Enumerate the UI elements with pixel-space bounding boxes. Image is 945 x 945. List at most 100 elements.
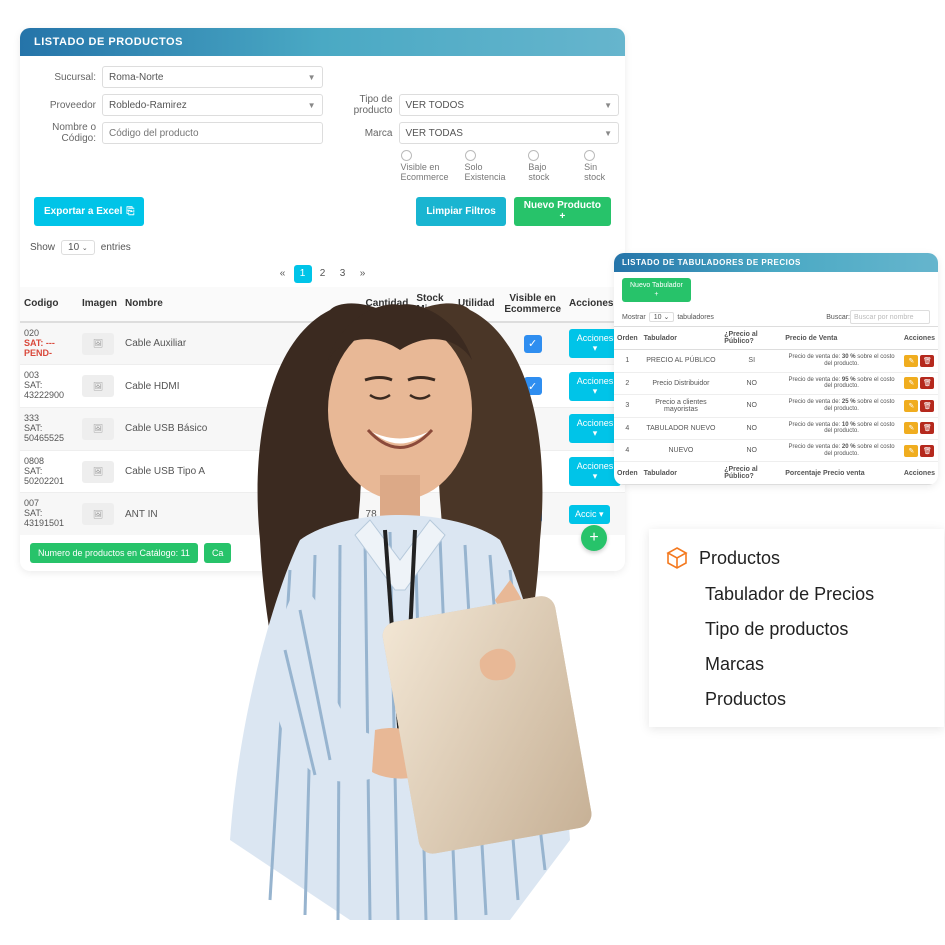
cell-visible[interactable]: ✓ [500, 493, 565, 535]
proveedor-select[interactable]: Robledo-Ramirez [102, 94, 323, 116]
tab-search-input[interactable]: Buscar por nombre [850, 310, 930, 324]
row-actions-button[interactable]: Accic [569, 505, 610, 524]
cell-orden: 4 [614, 417, 641, 439]
table-row: 3 Precio a clientes mayoristas NO Precio… [614, 394, 938, 417]
table-row: 4 TABULADOR NUEVO NO Precio de venta de:… [614, 417, 938, 439]
tipo-select[interactable]: VER TODOS [399, 94, 620, 116]
th-orden[interactable]: Orden [614, 327, 641, 350]
price-tabs-panel: LISTADO DE TABULADORES DE PRECIOS Nuevo … [614, 253, 938, 485]
delete-icon[interactable]: 🗑 [920, 355, 934, 367]
clear-filters-button[interactable]: Limpiar Filtros [416, 197, 505, 226]
th-utilidad[interactable]: Utilidad [452, 287, 500, 322]
codigo-input[interactable] [102, 122, 323, 144]
cell-visible[interactable] [500, 450, 565, 493]
fab-add-button[interactable]: + [581, 525, 607, 551]
cell-publico: SI [721, 350, 782, 372]
page-2[interactable]: 2 [314, 265, 332, 283]
delete-icon[interactable]: 🗑 [920, 422, 934, 434]
menu-item-productos[interactable]: Productos [649, 682, 944, 717]
price-tabs-title: LISTADO DE TABULADORES DE PRECIOS [614, 253, 938, 272]
table-row: 003 SAT: 43222900 🖼 Cable HDMI 166 30%$3… [20, 365, 625, 408]
check-icon: ✓ [524, 335, 542, 353]
cell-acciones: ✎🗑 [901, 350, 938, 372]
cell-publico: NO [721, 417, 782, 439]
edit-icon[interactable]: ✎ [904, 377, 918, 389]
edit-icon[interactable]: ✎ [904, 445, 918, 457]
th-visible[interactable]: Visible en Ecommerce [500, 287, 565, 322]
cell-acciones: ✎🗑 [901, 417, 938, 439]
delete-icon[interactable]: 🗑 [920, 377, 934, 389]
cell-orden: 4 [614, 439, 641, 461]
th-pv[interactable]: Precio de Venta [782, 327, 901, 350]
cell-visible[interactable]: ✓ [500, 322, 565, 365]
page-3[interactable]: 3 [334, 265, 352, 283]
page-prev[interactable]: « [274, 265, 292, 283]
edit-icon[interactable]: ✎ [904, 355, 918, 367]
product-thumb: 🖼 [82, 333, 114, 355]
th-acc[interactable]: Acciones [901, 327, 938, 350]
page-1[interactable]: 1 [294, 265, 312, 283]
entries-count-select[interactable]: 10 ⌄ [61, 240, 95, 255]
button-bar: Exportar a Excel⎘ Limpiar Filtros Nuevo … [20, 187, 625, 236]
tab-entries-select[interactable]: 10 ⌄ [649, 312, 675, 322]
proveedor-label: Proveedor [34, 100, 96, 111]
cell-codigo: 333 SAT: 50465525 [20, 408, 78, 451]
th-publico[interactable]: ¿Precio al Público? [721, 327, 782, 350]
cell-cantidad: 166 [362, 365, 413, 408]
products-menu: Productos Tabulador de Precios Tipo de p… [649, 529, 944, 727]
cell-imagen: 🖼 [78, 450, 121, 493]
cell-codigo: 003 SAT: 43222900 [20, 365, 78, 408]
product-thumb: 🖼 [82, 375, 114, 397]
cell-acciones: ✎🗑 [901, 394, 938, 417]
cell-utilidad: 60% [452, 408, 500, 451]
products-table: Codigo Imagen Nombre Cantidad Stock Min … [20, 287, 625, 535]
table-row: 4 NUEVO NO Precio de venta de: 20 % sobr… [614, 439, 938, 461]
sucursal-select[interactable]: Roma-Norte [102, 66, 323, 88]
cell-nombre: Cable USB Tipo A [121, 450, 362, 493]
delete-icon[interactable]: 🗑 [920, 400, 934, 412]
cell-tabulador: NUEVO [641, 439, 722, 461]
menu-item-tipo[interactable]: Tipo de productos [649, 612, 944, 647]
product-thumb: 🖼 [82, 503, 114, 525]
new-product-button[interactable]: Nuevo Producto+ [514, 197, 611, 226]
edit-icon[interactable]: ✎ [904, 400, 918, 412]
table-row: 020 SAT: ---PEND- 🖼 Cable Auxiliar 145 3… [20, 322, 625, 365]
radio-sin-stock[interactable]: Sin stock [584, 150, 619, 183]
th-cantidad[interactable]: Cantidad [362, 287, 413, 322]
th-codigo[interactable]: Codigo [20, 287, 78, 322]
filter-area: Sucursal: Roma-Norte Proveedor Robledo-R… [20, 56, 625, 187]
cell-visible[interactable]: ✓ [500, 365, 565, 408]
radio-group: Visible en Ecommerce Solo Existencia Baj… [401, 150, 620, 183]
radio-bajo-stock[interactable]: Bajo stock [528, 150, 568, 183]
th-imagen[interactable]: Imagen [78, 287, 121, 322]
menu-head-productos[interactable]: Productos [649, 539, 944, 577]
cell-orden: 1 [614, 350, 641, 372]
edit-icon[interactable]: ✎ [904, 422, 918, 434]
th-nombre[interactable]: Nombre [121, 287, 362, 322]
cell-cantidad: 78 [362, 493, 413, 535]
table-row: 333 SAT: 50465525 🖼 Cable USB Básico 132… [20, 408, 625, 451]
export-excel-button[interactable]: Exportar a Excel⎘ [34, 197, 144, 226]
check-icon: ✓ [524, 377, 542, 395]
menu-item-tabulador[interactable]: Tabulador de Precios [649, 577, 944, 612]
cell-visible[interactable] [500, 408, 565, 451]
marca-select[interactable]: VER TODAS [399, 122, 620, 144]
cell-nombre: Cable USB Básico [121, 408, 362, 451]
codigo-label: Nombre o Código: [34, 122, 96, 144]
th-tab[interactable]: Tabulador [641, 327, 722, 350]
products-panel-title: LISTADO DE PRODUCTOS [20, 28, 625, 56]
cell-precio-venta: Precio de venta de: 25 % sobre el costo … [782, 394, 901, 417]
delete-icon[interactable]: 🗑 [920, 445, 934, 457]
new-tabulador-button[interactable]: Nuevo Tabulador+ [622, 278, 691, 302]
cell-codigo: 0808 SAT: 50202201 [20, 450, 78, 493]
cell-cantidad: 145 [362, 322, 413, 365]
table-row: 0808 SAT: 50202201 🖼 Cable USB Tipo A 46… [20, 450, 625, 493]
marca-label: Marca [331, 128, 393, 139]
cell-acciones: ✎🗑 [901, 439, 938, 461]
radio-visible-ecommerce[interactable]: Visible en Ecommerce [401, 150, 449, 183]
radio-solo-existencia[interactable]: Solo Existencia [465, 150, 513, 183]
menu-item-marcas[interactable]: Marcas [649, 647, 944, 682]
products-footer: Numero de productos en Catálogo: 11 Ca [20, 535, 625, 571]
page-next[interactable]: » [354, 265, 372, 283]
th-stock[interactable]: Stock Min [412, 287, 452, 322]
